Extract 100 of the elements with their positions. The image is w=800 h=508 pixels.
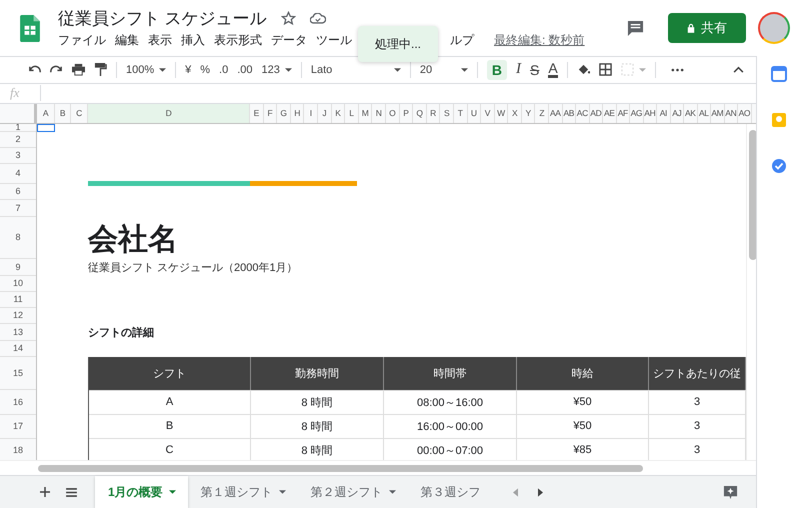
column-header[interactable]: F [264, 104, 278, 123]
scrollbar-thumb[interactable] [38, 464, 643, 472]
row-header[interactable]: 17 [0, 414, 36, 439]
calendar-icon[interactable] [770, 66, 786, 82]
column-header[interactable]: J [318, 104, 332, 123]
column-header[interactable]: L [345, 104, 359, 123]
increase-decimal-button[interactable]: .00 [237, 64, 253, 76]
star-icon[interactable] [280, 10, 296, 26]
row-header[interactable]: 18 [0, 438, 36, 460]
column-header[interactable]: AD [590, 104, 604, 123]
row-header[interactable]: 3 [0, 148, 36, 164]
bold-button[interactable]: B [486, 60, 508, 80]
menu-item[interactable]: 編集 [115, 32, 139, 48]
column-header[interactable]: X [508, 104, 522, 123]
sheet-tab[interactable]: 第１週シフト [188, 476, 298, 508]
selected-cell[interactable] [37, 124, 55, 132]
column-header[interactable]: M [358, 104, 372, 123]
add-sheet-icon[interactable] [40, 487, 50, 498]
menu-item[interactable]: ルプ [450, 32, 474, 48]
zoom-dropdown[interactable]: 100% [126, 64, 154, 76]
sheet-tab[interactable]: 1月の概要 [95, 476, 188, 508]
italic-button[interactable]: I [516, 61, 522, 78]
more-icon[interactable] [670, 68, 684, 72]
currency-button[interactable]: ¥ [185, 64, 192, 76]
row-header[interactable]: 14 [0, 340, 36, 357]
font-size-dropdown[interactable]: 20 [420, 64, 456, 76]
row-header[interactable]: 6 [0, 184, 36, 200]
column-header[interactable]: AN [724, 104, 738, 123]
scrollbar-thumb[interactable] [749, 130, 756, 260]
fill-color-icon[interactable] [576, 63, 590, 76]
column-header[interactable]: AK [684, 104, 698, 123]
text-color-button[interactable]: A [548, 61, 558, 78]
column-header[interactable]: D [88, 104, 250, 123]
last-edit-link[interactable]: 最終編集: 数秒前 [494, 32, 585, 48]
row-header[interactable]: 13 [0, 324, 36, 341]
row-header[interactable]: 4 [0, 164, 36, 184]
row-header[interactable]: 12 [0, 308, 36, 324]
strikethrough-button[interactable]: S [530, 62, 540, 78]
menu-item[interactable]: データ [271, 32, 307, 48]
avatar[interactable] [758, 12, 790, 44]
collapse-icon[interactable] [733, 66, 744, 74]
column-header[interactable]: R [426, 104, 440, 123]
sheets-logo-icon[interactable] [20, 14, 40, 42]
menu-item[interactable]: 挿入 [181, 32, 205, 48]
menu-item[interactable]: 表示形式 [214, 32, 262, 48]
column-header[interactable]: AB [562, 104, 576, 123]
column-header[interactable]: W [494, 104, 508, 123]
font-dropdown[interactable]: Lato [310, 64, 389, 76]
row-header[interactable]: 7 [0, 200, 36, 217]
print-icon[interactable] [72, 63, 85, 76]
column-header[interactable]: Q [413, 104, 427, 123]
menu-item[interactable]: ファイル [58, 32, 106, 48]
column-header[interactable]: AO [738, 104, 752, 123]
column-header[interactable]: H [290, 104, 304, 123]
paint-format-icon[interactable] [94, 63, 107, 76]
row-header[interactable]: 2 [0, 132, 36, 148]
column-header[interactable]: AC [576, 104, 590, 123]
column-header[interactable]: P [400, 104, 414, 123]
column-header[interactable]: O [386, 104, 400, 123]
row-header[interactable]: 15 [0, 356, 36, 390]
column-header[interactable]: U [468, 104, 482, 123]
comment-icon[interactable] [627, 20, 644, 36]
merge-cells-icon[interactable] [620, 63, 634, 76]
explore-icon[interactable] [723, 484, 738, 500]
decrease-decimal-button[interactable]: .0 [219, 64, 228, 76]
column-header[interactable]: I [304, 104, 318, 123]
column-header[interactable]: AM [711, 104, 725, 123]
column-header[interactable]: N [372, 104, 386, 123]
row-header[interactable]: 1 [0, 124, 36, 132]
column-header[interactable]: S [440, 104, 454, 123]
menu-item[interactable]: ツール [316, 32, 352, 48]
column-header[interactable]: AF [616, 104, 630, 123]
sheet-tab[interactable]: 第２週シフト [298, 476, 408, 508]
column-header[interactable]: K [332, 104, 346, 123]
column-header[interactable]: AA [549, 104, 563, 123]
column-header[interactable]: G [277, 104, 291, 123]
column-header[interactable]: AG [630, 104, 644, 123]
column-header[interactable]: E [250, 104, 264, 123]
column-header[interactable]: AL [698, 104, 712, 123]
column-header[interactable]: B [55, 104, 71, 123]
row-header[interactable]: 10 [0, 276, 36, 292]
column-header[interactable]: A [37, 104, 55, 123]
row-header[interactable]: 11 [0, 292, 36, 308]
share-button[interactable]: 共有 [668, 13, 746, 43]
column-header[interactable]: Z [535, 104, 550, 123]
column-header[interactable]: T [454, 104, 468, 123]
row-header[interactable]: 16 [0, 390, 36, 415]
column-header[interactable]: AI [657, 104, 671, 123]
sheet-list-icon[interactable] [66, 488, 77, 497]
percent-button[interactable]: % [200, 64, 210, 76]
tasks-icon[interactable] [770, 158, 786, 174]
column-header[interactable]: AJ [670, 104, 684, 123]
row-header[interactable]: 8 [0, 216, 36, 259]
row-header[interactable]: 9 [0, 258, 36, 276]
column-header[interactable]: AH [644, 104, 658, 123]
document-title[interactable]: 従業員シフト スケジュール [58, 6, 267, 30]
sheet-tab[interactable]: 第３週シフ [408, 476, 493, 508]
number-format-dropdown[interactable]: 123 [262, 64, 280, 76]
scroll-right-icon[interactable] [538, 488, 543, 497]
borders-icon[interactable] [598, 63, 612, 76]
